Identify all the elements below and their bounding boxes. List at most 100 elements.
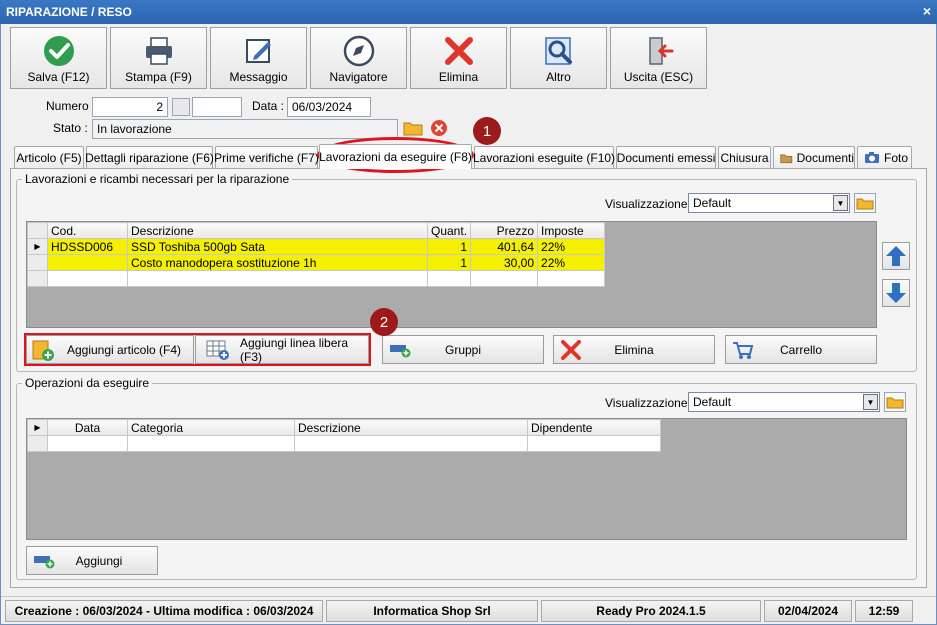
stato-field[interactable]: In lavorazione [92,119,398,139]
add-article-button[interactable]: Aggiungi articolo (F4) [26,335,194,364]
data-field[interactable]: 06/03/2024 [287,97,371,117]
numero-field[interactable]: 2 [92,97,168,117]
tab-articolo[interactable]: Articolo (F5) [14,146,84,168]
status-dates: Creazione : 06/03/2024 - Ultima modifica… [5,600,323,622]
other-button[interactable]: Altro [510,27,607,89]
cell-quant[interactable]: 1 [426,254,472,271]
add-free-line-button[interactable]: Aggiungi linea libera (F3) [195,335,369,364]
move-down-button[interactable] [882,279,910,307]
title-bar: RIPARAZIONE / RESO × [0,0,937,24]
add-operation-label: Aggiungi [75,553,123,568]
lavorazioni-grid[interactable]: Cod. Descrizione Quant. Prezzo Imposte ▶… [26,221,877,328]
magnifier-icon [544,37,572,65]
lavorazioni-view-select[interactable]: Default ▼ [688,193,850,213]
cell-cod[interactable]: HDSSD006 [47,238,128,255]
tab-lavorazioni-eseguite[interactable]: Lavorazioni eseguite (F10) [473,146,615,168]
delete-row-label: Elimina [614,342,654,357]
cell-empty[interactable] [294,435,528,452]
navigator-button[interactable]: Navigatore [310,27,407,89]
save-button[interactable]: Salva (F12) [10,27,107,89]
row-indicator [27,270,48,287]
table-row[interactable]: ▶ HDSSD006 SSD Toshiba 500gb Sata 1 401,… [27,238,606,255]
table-row-new[interactable] [27,435,661,452]
delete-row-button[interactable]: Elimina [553,335,715,364]
cell-imposte[interactable]: 22% [537,238,606,255]
cell-empty[interactable] [47,435,128,452]
cell-prezzo[interactable]: 30,00 [470,254,539,271]
tab-documenti-emessi[interactable]: Documenti emessi [616,146,716,168]
message-label: Messaggio [229,70,288,84]
column-header-descrizione[interactable]: Descrizione [127,222,428,239]
delete-label: Elimina [438,70,479,84]
table-row[interactable]: Costo manodopera sostituzione 1h 1 30,00… [27,254,606,271]
lavorazioni-view-folder-button[interactable] [854,193,876,213]
cell-empty[interactable] [127,435,295,452]
tab-prime-verifiche[interactable]: Prime verifiche (F7) [214,146,319,168]
lavorazioni-table: Cod. Descrizione Quant. Prezzo Imposte ▶… [27,222,606,287]
cell-empty[interactable] [426,270,472,287]
close-icon[interactable]: × [923,3,931,19]
numero-label: Numero : [46,99,96,113]
cell-empty[interactable] [47,270,128,287]
stato-folder-icon[interactable] [403,119,423,137]
stato-clear-icon[interactable] [429,118,449,138]
window-title: RIPARAZIONE / RESO [6,5,132,19]
annotation-badge-2: 2 [370,308,398,336]
tab-documenti[interactable]: Documenti [773,146,855,168]
row-pointer-icon: ▶ [27,238,48,255]
groups-button[interactable]: Gruppi [382,335,544,364]
numero-suffix-button[interactable] [172,98,190,116]
column-header-imposte[interactable]: Imposte [537,222,606,239]
cart-button[interactable]: Carrello [725,335,877,364]
numero-suffix-field[interactable] [192,97,242,117]
column-header-data[interactable]: Data [47,419,128,436]
camera-icon [865,152,879,163]
chevron-down-icon: ▼ [833,195,848,211]
navigator-label: Navigatore [329,70,388,84]
column-header-categoria[interactable]: Categoria [127,419,295,436]
save-label: Salva (F12) [27,70,90,84]
cell-descrizione[interactable]: Costo manodopera sostituzione 1h [127,254,428,271]
tab-documenti-label: Documenti [796,150,854,165]
row-indicator-header [27,222,48,239]
print-button[interactable]: Stampa (F9) [110,27,207,89]
row-indicator [27,254,48,271]
cell-empty[interactable] [527,435,661,452]
add-operation-button[interactable]: Aggiungi [26,546,158,575]
operazioni-table: ▶ Data Categoria Descrizione Dipendente [27,419,661,452]
cart-label: Carrello [779,342,822,357]
arrow-up-icon [886,246,906,266]
row-indicator [27,435,48,452]
column-header-quant[interactable]: Quant. [426,222,472,239]
tab-lavorazioni-da-eseguire[interactable]: Lavorazioni da eseguire (F8) [319,144,472,169]
column-header-dipendente[interactable]: Dipendente [527,419,661,436]
cell-empty[interactable] [127,270,428,287]
cell-empty[interactable] [470,270,539,287]
folder-icon [780,153,793,163]
delete-button[interactable]: Elimina [410,27,507,89]
operazioni-view-value: Default [693,395,732,409]
cell-cod[interactable] [47,254,128,271]
table-row-new[interactable] [27,270,606,287]
groups-label: Gruppi [444,342,482,357]
operazioni-view-folder-button[interactable] [884,392,906,412]
column-header-descrizione[interactable]: Descrizione [294,419,528,436]
column-header-prezzo[interactable]: Prezzo [470,222,539,239]
cell-imposte[interactable]: 22% [537,254,606,271]
column-header-cod[interactable]: Cod. [47,222,128,239]
cell-descrizione[interactable]: SSD Toshiba 500gb Sata [127,238,428,255]
operazioni-group-title: Operazioni da eseguire [22,376,153,390]
message-button[interactable]: Messaggio [210,27,307,89]
operazioni-grid[interactable]: ▶ Data Categoria Descrizione Dipendente [26,418,907,540]
tab-chiusura[interactable]: Chiusura [718,146,771,168]
status-bar: Creazione : 06/03/2024 - Ultima modifica… [0,596,937,625]
cell-prezzo[interactable]: 401,64 [470,238,539,255]
cell-quant[interactable]: 1 [426,238,472,255]
check-circle-icon [43,36,74,66]
tab-foto[interactable]: Foto [857,146,912,168]
cell-empty[interactable] [537,270,606,287]
operazioni-view-select[interactable]: Default ▼ [688,392,880,412]
exit-button[interactable]: Uscita (ESC) [610,27,707,89]
tab-dettagli-riparazione[interactable]: Dettagli riparazione (F6) [85,146,214,168]
move-up-button[interactable] [882,242,910,270]
